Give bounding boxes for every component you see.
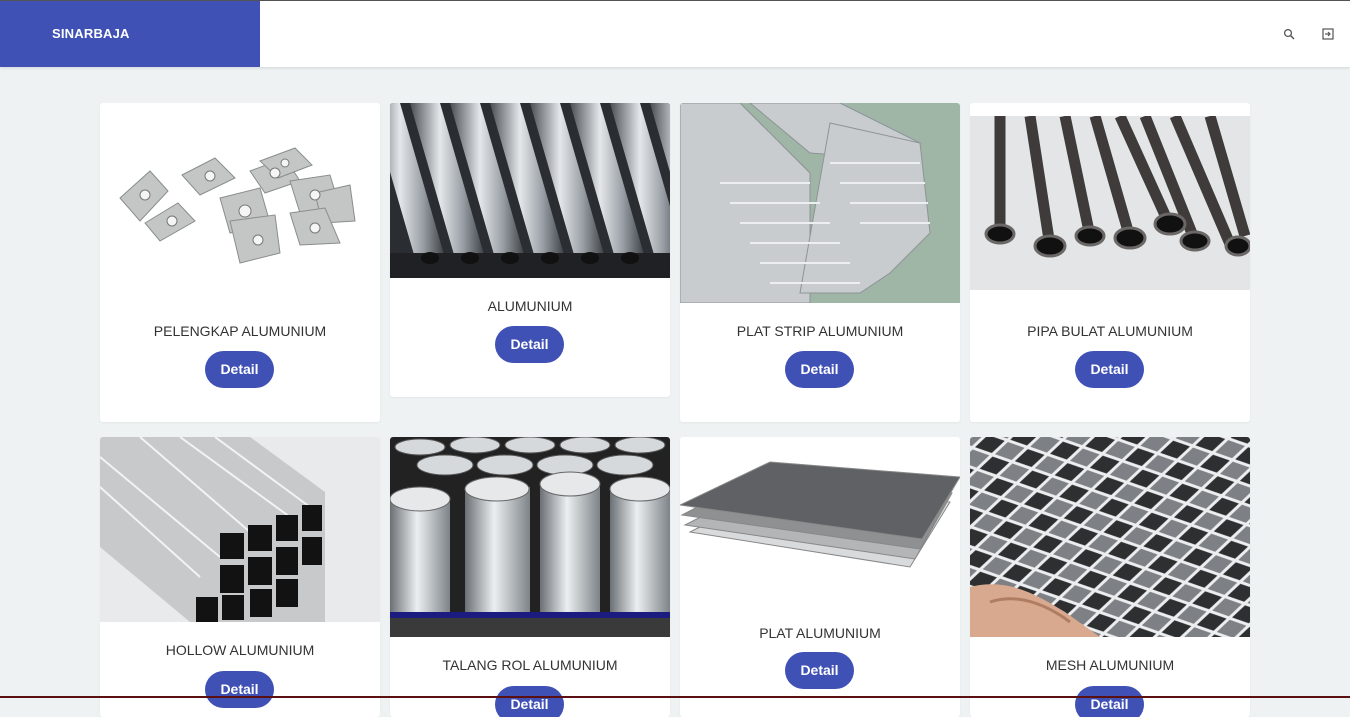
product-card: PLAT ALUMUNIUM Detail <box>680 437 960 717</box>
product-card: PELENGKAP ALUMUNIUM Detail <box>100 103 380 422</box>
product-title: PLAT ALUMUNIUM <box>759 625 881 641</box>
logout-icon[interactable] <box>1322 28 1334 40</box>
product-image <box>970 437 1250 637</box>
product-card: TALANG ROL ALUMUNIUM Detail <box>390 437 670 717</box>
product-card: HOLLOW ALUMUNIUM Detail <box>100 437 380 717</box>
product-title: PIPA BULAT ALUMUNIUM <box>1027 323 1193 339</box>
detail-button[interactable]: Detail <box>495 686 564 717</box>
product-card: MESH ALUMUNIUM Detail <box>970 437 1250 717</box>
product-title: MESH ALUMUNIUM <box>1045 657 1175 673</box>
product-title: PELENGKAP ALUMUNIUM <box>153 323 327 339</box>
search-icon[interactable] <box>1283 28 1295 40</box>
product-card: ALUMUNIUM Detail <box>390 103 670 397</box>
detail-button[interactable]: Detail <box>785 652 854 689</box>
detail-button[interactable]: Detail <box>1075 686 1144 717</box>
detail-button[interactable]: Detail <box>205 351 274 388</box>
product-image <box>390 437 670 637</box>
product-title: HOLLOW ALUMUNIUM <box>165 642 315 658</box>
product-image <box>390 103 670 278</box>
detail-button[interactable]: Detail <box>785 351 854 388</box>
product-card: PIPA BULAT ALUMUNIUM Detail <box>970 103 1250 422</box>
brand-block[interactable]: SINARBAJA <box>0 1 260 67</box>
detail-button[interactable]: Detail <box>1075 351 1144 388</box>
brand-logo-text[interactable]: SINARBAJA <box>52 26 130 41</box>
product-image <box>100 103 380 303</box>
product-title: PLAT STRIP ALUMUNIUM <box>736 323 904 339</box>
detail-button[interactable]: Detail <box>205 671 274 708</box>
top-navbar: SINARBAJA <box>0 1 1350 67</box>
product-title: TALANG ROL ALUMUNIUM <box>442 657 618 673</box>
product-image <box>680 457 960 587</box>
product-image <box>100 437 380 622</box>
product-title: ALUMUNIUM <box>487 298 573 314</box>
product-image <box>680 103 960 303</box>
detail-button[interactable]: Detail <box>495 326 564 363</box>
product-card: PLAT STRIP ALUMUNIUM Detail <box>680 103 960 422</box>
product-image <box>970 116 1250 290</box>
